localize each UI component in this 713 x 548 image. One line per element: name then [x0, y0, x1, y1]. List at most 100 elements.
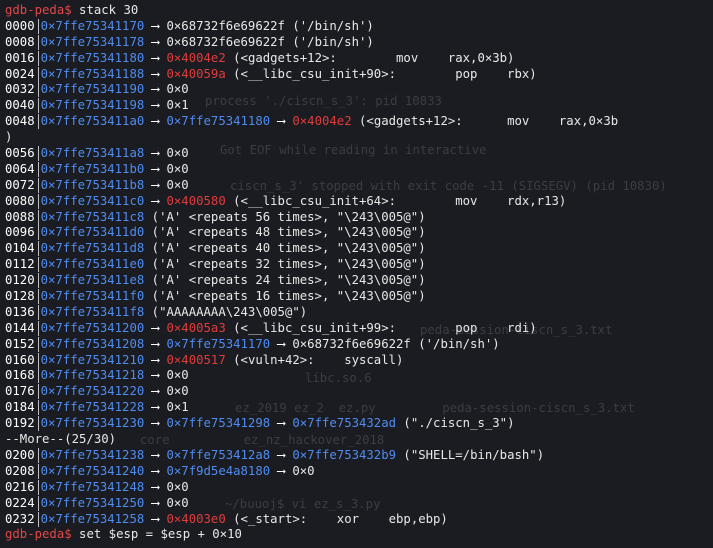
stack-address: 0×7ffe753411b0: [40, 161, 145, 176]
stack-offset: 0144: [5, 320, 35, 335]
stack-row: 0032 0×7ffe75341190 ⟶ 0×0: [5, 82, 713, 98]
stack-row: 0208 0×7ffe75341240 ⟶ 0×7f9d5e4a8180 ⟶ 0×…: [5, 463, 713, 480]
value-text: 0×0: [166, 384, 189, 399]
value-text: 0×0: [166, 495, 189, 510]
stack-offset: 0024: [5, 66, 35, 81]
separator-bar: [37, 495, 39, 511]
pointer-arrow: ⟶: [144, 368, 167, 383]
stack-row: 0096 0×7ffe753411d0 ('A' <repeats 48 time…: [5, 225, 713, 241]
stack-row: 0176 0×7ffe75341220 ⟶ 0×0: [5, 384, 713, 400]
separator-bar: [37, 463, 39, 479]
stack-row: 0224 0×7ffe75341250 ⟶ 0×0: [5, 495, 713, 512]
stack-row: 0000 0×7ffe75341170 ⟶ 0×68732f6e69622f ('…: [5, 18, 713, 35]
stack-address: 0×7ffe75341240: [40, 463, 145, 478]
stack-row: 0024 0×7ffe75341188 ⟶ 0×40059a (<__libc_c…: [5, 66, 713, 83]
stack-offset: 0056: [5, 146, 35, 161]
separator-bar: [37, 336, 39, 352]
stack-row: 0016 0×7ffe75341180 ⟶ 0×4004e2 (<gadgets+…: [5, 50, 713, 67]
pointer-arrow: ⟶: [144, 98, 167, 113]
terminal-window[interactable]: process './ciscn_s_3': pid 10833 Got EOF…: [0, 0, 713, 548]
pointer-arrow: ⟶: [144, 82, 167, 97]
stack-offset: 0208: [5, 463, 35, 478]
stack-address: 0×7ffe75341250: [40, 495, 145, 510]
value-text: 0×0: [166, 146, 189, 161]
stack-offset: 0168: [5, 368, 35, 383]
pointer-arrow: ⟶: [144, 384, 167, 399]
separator-bar: [37, 257, 39, 273]
stack-offset: 0032: [5, 82, 35, 97]
pointer-arrow: ⟶: [144, 495, 167, 510]
stack-offset: 0064: [5, 161, 35, 176]
stack-offset: 0072: [5, 177, 35, 192]
stack-pointer-value: 0×7ffe753412a8: [166, 447, 271, 462]
stack-row: 0080 0×7ffe753411c0 ⟶ 0×400580 (<__libc_c…: [5, 193, 713, 210]
stack-address: 0×7ffe753411d0: [40, 225, 145, 240]
value-text: (<__libc_csu_init+99>: pop rdi): [225, 320, 537, 335]
stack-offset: 0104: [5, 241, 35, 256]
separator-bar: [37, 193, 39, 209]
stack-offset: 0216: [5, 479, 35, 494]
stack-offset: 0008: [5, 34, 35, 49]
separator-bar: [37, 209, 39, 225]
value-text: ('A' <repeats 24 times>, "\243\005@"): [144, 273, 426, 288]
separator-bar: [37, 66, 39, 82]
separator-bar: [37, 50, 39, 66]
stack-address: 0×7ffe753411c0: [40, 193, 145, 208]
code-pointer: 0×40059a: [166, 66, 226, 81]
value-text: 0×1: [166, 98, 189, 113]
pointer-arrow: ⟶: [144, 193, 167, 208]
pointer-arrow: ⟶: [144, 50, 167, 65]
value-text: 0×0: [166, 161, 189, 176]
value-text: (<__libc_csu_init+64>: mov rdx,r13): [225, 193, 567, 208]
terminal-output: gdb-peda$ stack 30 0000 0×7ffe75341170 ⟶ …: [5, 3, 713, 543]
stack-row: 0144 0×7ffe75341200 ⟶ 0×4005a3 (<__libc_c…: [5, 320, 713, 337]
stack-pointer-value: 0×7ffe753432ad: [292, 416, 397, 431]
stack-address: 0×7ffe75341180: [40, 50, 145, 65]
separator-bar: [37, 82, 39, 98]
command-text: stack 30: [79, 3, 139, 17]
stack-address: 0×7ffe75341170: [40, 18, 145, 33]
stack-row: 0072 0×7ffe753411b8 ⟶ 0×0: [5, 177, 713, 194]
stack-address: 0×7ffe753411e0: [40, 257, 145, 272]
stack-rows: 0000 0×7ffe75341170 ⟶ 0×68732f6e69622f ('…: [5, 18, 713, 528]
stack-row: 0152 0×7ffe75341208 ⟶ 0×7ffe75341170 ⟶ 0×…: [5, 336, 713, 353]
pointer-arrow: ⟶: [270, 114, 293, 129]
input-line[interactable]: gdb-peda$ set $esp = $esp + 0×10: [5, 527, 713, 543]
stack-address: 0×7ffe75341210: [40, 352, 145, 367]
separator-bar: [37, 320, 39, 336]
separator-bar: [37, 34, 39, 50]
current-command-input[interactable]: set $esp = $esp + 0×10: [79, 527, 242, 541]
value-text: 0×0: [292, 463, 315, 478]
separator-bar: [37, 289, 39, 305]
value-text: 0×1: [166, 400, 189, 415]
stack-row: 0056 0×7ffe753411a8 ⟶ 0×0: [5, 146, 713, 162]
stack-address: 0×7ffe753411a0: [40, 114, 145, 129]
value-text: (<vuln+42>: syscall): [225, 352, 404, 367]
pointer-arrow: ⟶: [144, 34, 167, 49]
stack-address: 0×7ffe75341178: [40, 34, 145, 49]
stack-offset: 0096: [5, 225, 35, 240]
value-text: 0×0: [166, 368, 189, 383]
more-pager-prompt: --More--(25/30): [5, 432, 117, 447]
stack-address: 0×7ffe75341208: [40, 336, 145, 351]
stack-pointer-value: 0×7ffe75341170: [166, 336, 271, 351]
pointer-arrow: ⟶: [270, 416, 293, 431]
stack-address: 0×7ffe753411f8: [40, 304, 145, 319]
stack-row: 0232 0×7ffe75341258 ⟶ 0×4003e0 (<_start>:…: [5, 511, 713, 528]
stack-address: 0×7ffe75341228: [40, 400, 145, 415]
value-text: (<gadgets+12>: mov rax,0×3b: [351, 114, 619, 129]
separator-bar: [37, 146, 39, 162]
stack-offset: 0184: [5, 400, 35, 415]
stack-address: 0×7ffe753411f0: [40, 289, 145, 304]
stack-row: 0048 0×7ffe753411a0 ⟶ 0×7ffe75341180 ⟶ 0×…: [5, 114, 713, 130]
stack-row: 0184 0×7ffe75341228 ⟶ 0×1: [5, 400, 713, 416]
stack-offset: 0040: [5, 98, 35, 113]
value-text: ('A' <repeats 16 times>, "\243\005@"): [144, 289, 426, 304]
value-text: 0×0: [166, 82, 189, 97]
stack-row: 0128 0×7ffe753411f0 ('A' <repeats 16 time…: [5, 289, 713, 305]
separator-bar: [37, 416, 39, 432]
pointer-arrow: ⟶: [144, 146, 167, 161]
shell-prompt: gdb-peda$: [5, 527, 72, 542]
stack-address: 0×7ffe75341198: [40, 98, 145, 113]
pointer-arrow: ⟶: [144, 416, 167, 431]
